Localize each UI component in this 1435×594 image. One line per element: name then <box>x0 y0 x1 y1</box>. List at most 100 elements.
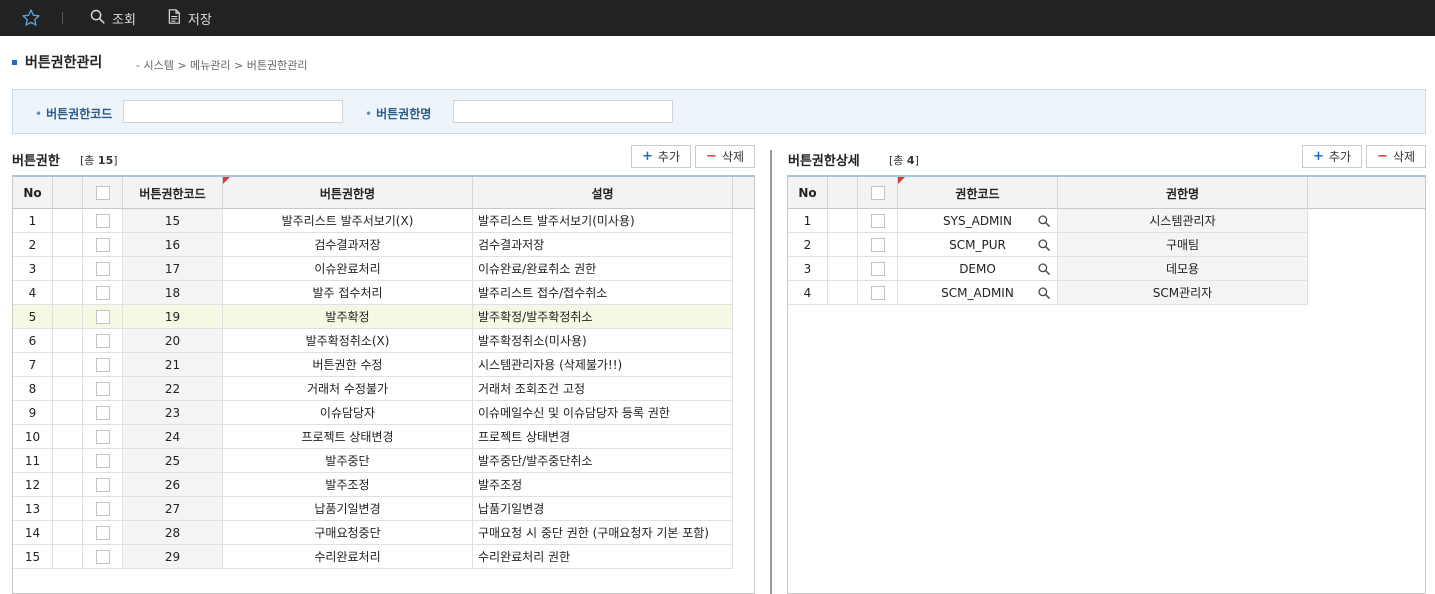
row-checkbox-cell[interactable] <box>83 497 123 521</box>
code-cell[interactable]: 15 <box>123 209 223 233</box>
row-number[interactable]: 14 <box>13 521 53 545</box>
name-cell[interactable]: 발주리스트 발주서보기(X) <box>223 209 473 233</box>
row-checkbox-cell[interactable] <box>858 233 898 257</box>
row-checkbox-cell[interactable] <box>83 353 123 377</box>
row-number[interactable]: 13 <box>13 497 53 521</box>
row-number[interactable]: 2 <box>13 233 53 257</box>
table-row[interactable]: 1 15 발주리스트 발주서보기(X) 발주리스트 발주서보기(미사용) <box>13 209 733 233</box>
description-cell[interactable]: 프로젝트 상태변경 <box>473 425 733 449</box>
row-number[interactable]: 1 <box>13 209 53 233</box>
row-checkbox[interactable] <box>95 549 110 564</box>
description-cell[interactable]: 이슈메일수신 및 이슈담당자 등록 권한 <box>473 401 733 425</box>
name-cell[interactable]: 발주확정 <box>223 305 473 329</box>
row-status-cell[interactable] <box>53 233 83 257</box>
description-cell[interactable]: 발주확정/발주확정취소 <box>473 305 733 329</box>
table-row[interactable]: 12 26 발주조정 발주조정 <box>13 473 733 497</box>
table-row[interactable]: 15 29 수리완료처리 수리완료처리 권한 <box>13 545 733 569</box>
left-add-button[interactable]: + 추가 <box>631 145 691 168</box>
name-cell[interactable]: 프로젝트 상태변경 <box>223 425 473 449</box>
table-row[interactable]: 3 DEMO 데모용 <box>788 257 1308 281</box>
row-checkbox-cell[interactable] <box>83 377 123 401</box>
table-row[interactable]: 1 SYS_ADMIN 시스템관리자 <box>788 209 1308 233</box>
row-number[interactable]: 2 <box>788 233 828 257</box>
row-checkbox[interactable] <box>95 213 110 228</box>
column-header-permission-name[interactable]: 권한명 <box>1058 177 1308 209</box>
code-cell[interactable]: 28 <box>123 521 223 545</box>
table-row[interactable]: 10 24 프로젝트 상태변경 프로젝트 상태변경 <box>13 425 733 449</box>
row-checkbox[interactable] <box>95 357 110 372</box>
description-cell[interactable]: 시스템관리자용 (삭제불가!!) <box>473 353 733 377</box>
code-cell[interactable]: 25 <box>123 449 223 473</box>
row-number[interactable]: 4 <box>13 281 53 305</box>
row-number[interactable]: 15 <box>13 545 53 569</box>
row-checkbox[interactable] <box>870 213 885 228</box>
code-cell[interactable]: 18 <box>123 281 223 305</box>
column-header-description[interactable]: 설명 <box>473 177 733 209</box>
table-row[interactable]: 13 27 납품기일변경 납품기일변경 <box>13 497 733 521</box>
description-cell[interactable]: 발주리스트 발주서보기(미사용) <box>473 209 733 233</box>
search-icon[interactable] <box>1037 262 1051 279</box>
row-number[interactable]: 3 <box>788 257 828 281</box>
column-header-code[interactable]: 버튼권한코드 <box>123 177 223 209</box>
row-checkbox-cell[interactable] <box>83 281 123 305</box>
row-number[interactable]: 1 <box>788 209 828 233</box>
code-cell[interactable]: 20 <box>123 329 223 353</box>
right-add-button[interactable]: + 추가 <box>1302 145 1362 168</box>
permission-code-cell[interactable]: DEMO <box>898 257 1058 281</box>
search-icon[interactable] <box>1037 214 1051 231</box>
table-row[interactable]: 11 25 발주중단 발주중단/발주중단취소 <box>13 449 733 473</box>
row-checkbox[interactable] <box>95 381 110 396</box>
row-checkbox[interactable] <box>95 477 110 492</box>
description-cell[interactable]: 구매요청 시 중단 권한 (구매요청자 기본 포함) <box>473 521 733 545</box>
row-number[interactable]: 8 <box>13 377 53 401</box>
code-cell[interactable]: 23 <box>123 401 223 425</box>
row-checkbox[interactable] <box>870 285 885 300</box>
row-checkbox-cell[interactable] <box>83 449 123 473</box>
code-cell[interactable]: 17 <box>123 257 223 281</box>
row-number[interactable]: 5 <box>13 305 53 329</box>
row-status-cell[interactable] <box>53 449 83 473</box>
code-cell[interactable]: 29 <box>123 545 223 569</box>
row-status-cell[interactable] <box>53 305 83 329</box>
select-all-checkbox[interactable] <box>870 186 885 200</box>
description-cell[interactable]: 발주리스트 접수/접수취소 <box>473 281 733 305</box>
row-status-cell[interactable] <box>53 329 83 353</box>
permission-name-cell[interactable]: 데모용 <box>1058 257 1308 281</box>
row-checkbox[interactable] <box>95 285 110 300</box>
row-checkbox[interactable] <box>95 261 110 276</box>
row-checkbox-cell[interactable] <box>83 305 123 329</box>
select-all-checkbox[interactable] <box>95 186 110 200</box>
row-status-cell[interactable] <box>53 425 83 449</box>
row-checkbox[interactable] <box>870 261 885 276</box>
permission-code-cell[interactable]: SCM_ADMIN <box>898 281 1058 305</box>
row-checkbox-cell[interactable] <box>83 329 123 353</box>
name-cell[interactable]: 발주조정 <box>223 473 473 497</box>
column-header-name[interactable]: 버튼권한명 <box>223 177 473 209</box>
code-cell[interactable]: 27 <box>123 497 223 521</box>
column-header-checkbox[interactable] <box>83 177 123 209</box>
permission-name-cell[interactable]: 시스템관리자 <box>1058 209 1308 233</box>
table-row[interactable]: 7 21 버튼권한 수정 시스템관리자용 (삭제불가!!) <box>13 353 733 377</box>
table-row[interactable]: 2 16 검수결과저장 검수결과저장 <box>13 233 733 257</box>
code-search-input[interactable] <box>123 100 343 123</box>
permission-name-cell[interactable]: 구매팀 <box>1058 233 1308 257</box>
search-icon[interactable] <box>1037 238 1051 255</box>
row-checkbox-cell[interactable] <box>83 209 123 233</box>
row-number[interactable]: 12 <box>13 473 53 497</box>
table-row[interactable]: 4 18 발주 접수처리 발주리스트 접수/접수취소 <box>13 281 733 305</box>
name-cell[interactable]: 수리완료처리 <box>223 545 473 569</box>
permission-name-cell[interactable]: SCM관리자 <box>1058 281 1308 305</box>
left-delete-button[interactable]: − 삭제 <box>695 145 755 168</box>
row-checkbox-cell[interactable] <box>83 425 123 449</box>
table-row[interactable]: 8 22 거래처 수정불가 거래처 조회조건 고정 <box>13 377 733 401</box>
row-checkbox[interactable] <box>95 453 110 468</box>
table-row[interactable]: 2 SCM_PUR 구매팀 <box>788 233 1308 257</box>
description-cell[interactable]: 이슈완료/완료취소 권한 <box>473 257 733 281</box>
right-delete-button[interactable]: − 삭제 <box>1366 145 1426 168</box>
code-cell[interactable]: 16 <box>123 233 223 257</box>
description-cell[interactable]: 발주확정취소(미사용) <box>473 329 733 353</box>
row-number[interactable]: 7 <box>13 353 53 377</box>
code-cell[interactable]: 21 <box>123 353 223 377</box>
save-button[interactable]: 저장 <box>166 8 212 29</box>
row-checkbox[interactable] <box>95 405 110 420</box>
